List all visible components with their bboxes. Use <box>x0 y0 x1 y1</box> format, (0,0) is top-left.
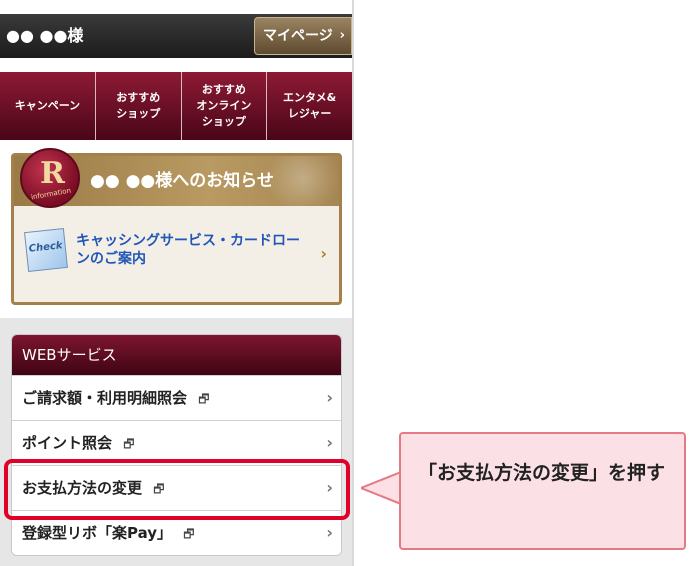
external-window-icon: 🗗 <box>198 392 210 406</box>
cashing-service-link[interactable]: Check キャッシングサービス・カードローンのご案内 › <box>20 218 333 294</box>
callout-pointer <box>361 470 401 506</box>
menu-item-label: ポイント照会 <box>22 434 113 452</box>
chevron-right-icon: › <box>339 28 345 43</box>
category-nav: キャンペーン おすすめ ショップ おすすめ オンライン ショップ エンタメ& レ… <box>0 72 352 140</box>
nav-item-recommended-shop[interactable]: おすすめ ショップ <box>95 72 182 140</box>
user-name: ●● ●●様 <box>6 26 84 45</box>
cashing-service-link-text: キャッシングサービス・カードローンのご案内 <box>76 233 300 267</box>
chevron-right-icon: › <box>320 244 327 263</box>
seal-glyph: R <box>40 156 65 191</box>
phone-edge <box>352 0 354 566</box>
external-window-icon: 🗗 <box>123 437 135 451</box>
instruction-text: 「お支払方法の変更」を押す <box>418 462 666 484</box>
check-icon: Check <box>24 228 68 272</box>
external-window-icon: 🗗 <box>183 527 195 541</box>
web-services-title: WEBサービス <box>12 335 341 375</box>
check-icon-label: Check <box>28 240 64 255</box>
menu-item-label: ご請求額・利用明細照会 <box>22 389 188 407</box>
nav-item-recommended-online-shop[interactable]: おすすめ オンライン ショップ <box>181 72 268 140</box>
chevron-right-icon: › <box>326 388 333 407</box>
menu-item-billing-statement[interactable]: ご請求額・利用明細照会 🗗 › <box>12 375 341 420</box>
top-header: ●● ●●様 マイページ › <box>0 14 352 58</box>
mypage-label: マイページ <box>263 28 333 44</box>
nav-item-campaign[interactable]: キャンペーン <box>0 72 96 140</box>
web-services-panel: WEBサービス ご請求額・利用明細照会 🗗 › ポイント照会 🗗 › お支払方法… <box>11 334 342 556</box>
information-seal-icon: R information <box>20 148 80 208</box>
highlight-frame <box>4 459 350 520</box>
notice-title: ●● ●●様へのお知らせ <box>90 171 274 191</box>
mypage-button[interactable]: マイページ › <box>254 17 352 55</box>
menu-item-label: 登録型リボ「楽Pay」 <box>22 524 173 542</box>
notice-header: R information ●● ●●様へのお知らせ <box>14 148 339 208</box>
notice-panel: R information ●● ●●様へのお知らせ Check キャッシングサ… <box>11 148 342 305</box>
instruction-callout <box>399 432 686 550</box>
nav-item-entertainment[interactable]: エンタメ& レジャー <box>267 72 352 140</box>
